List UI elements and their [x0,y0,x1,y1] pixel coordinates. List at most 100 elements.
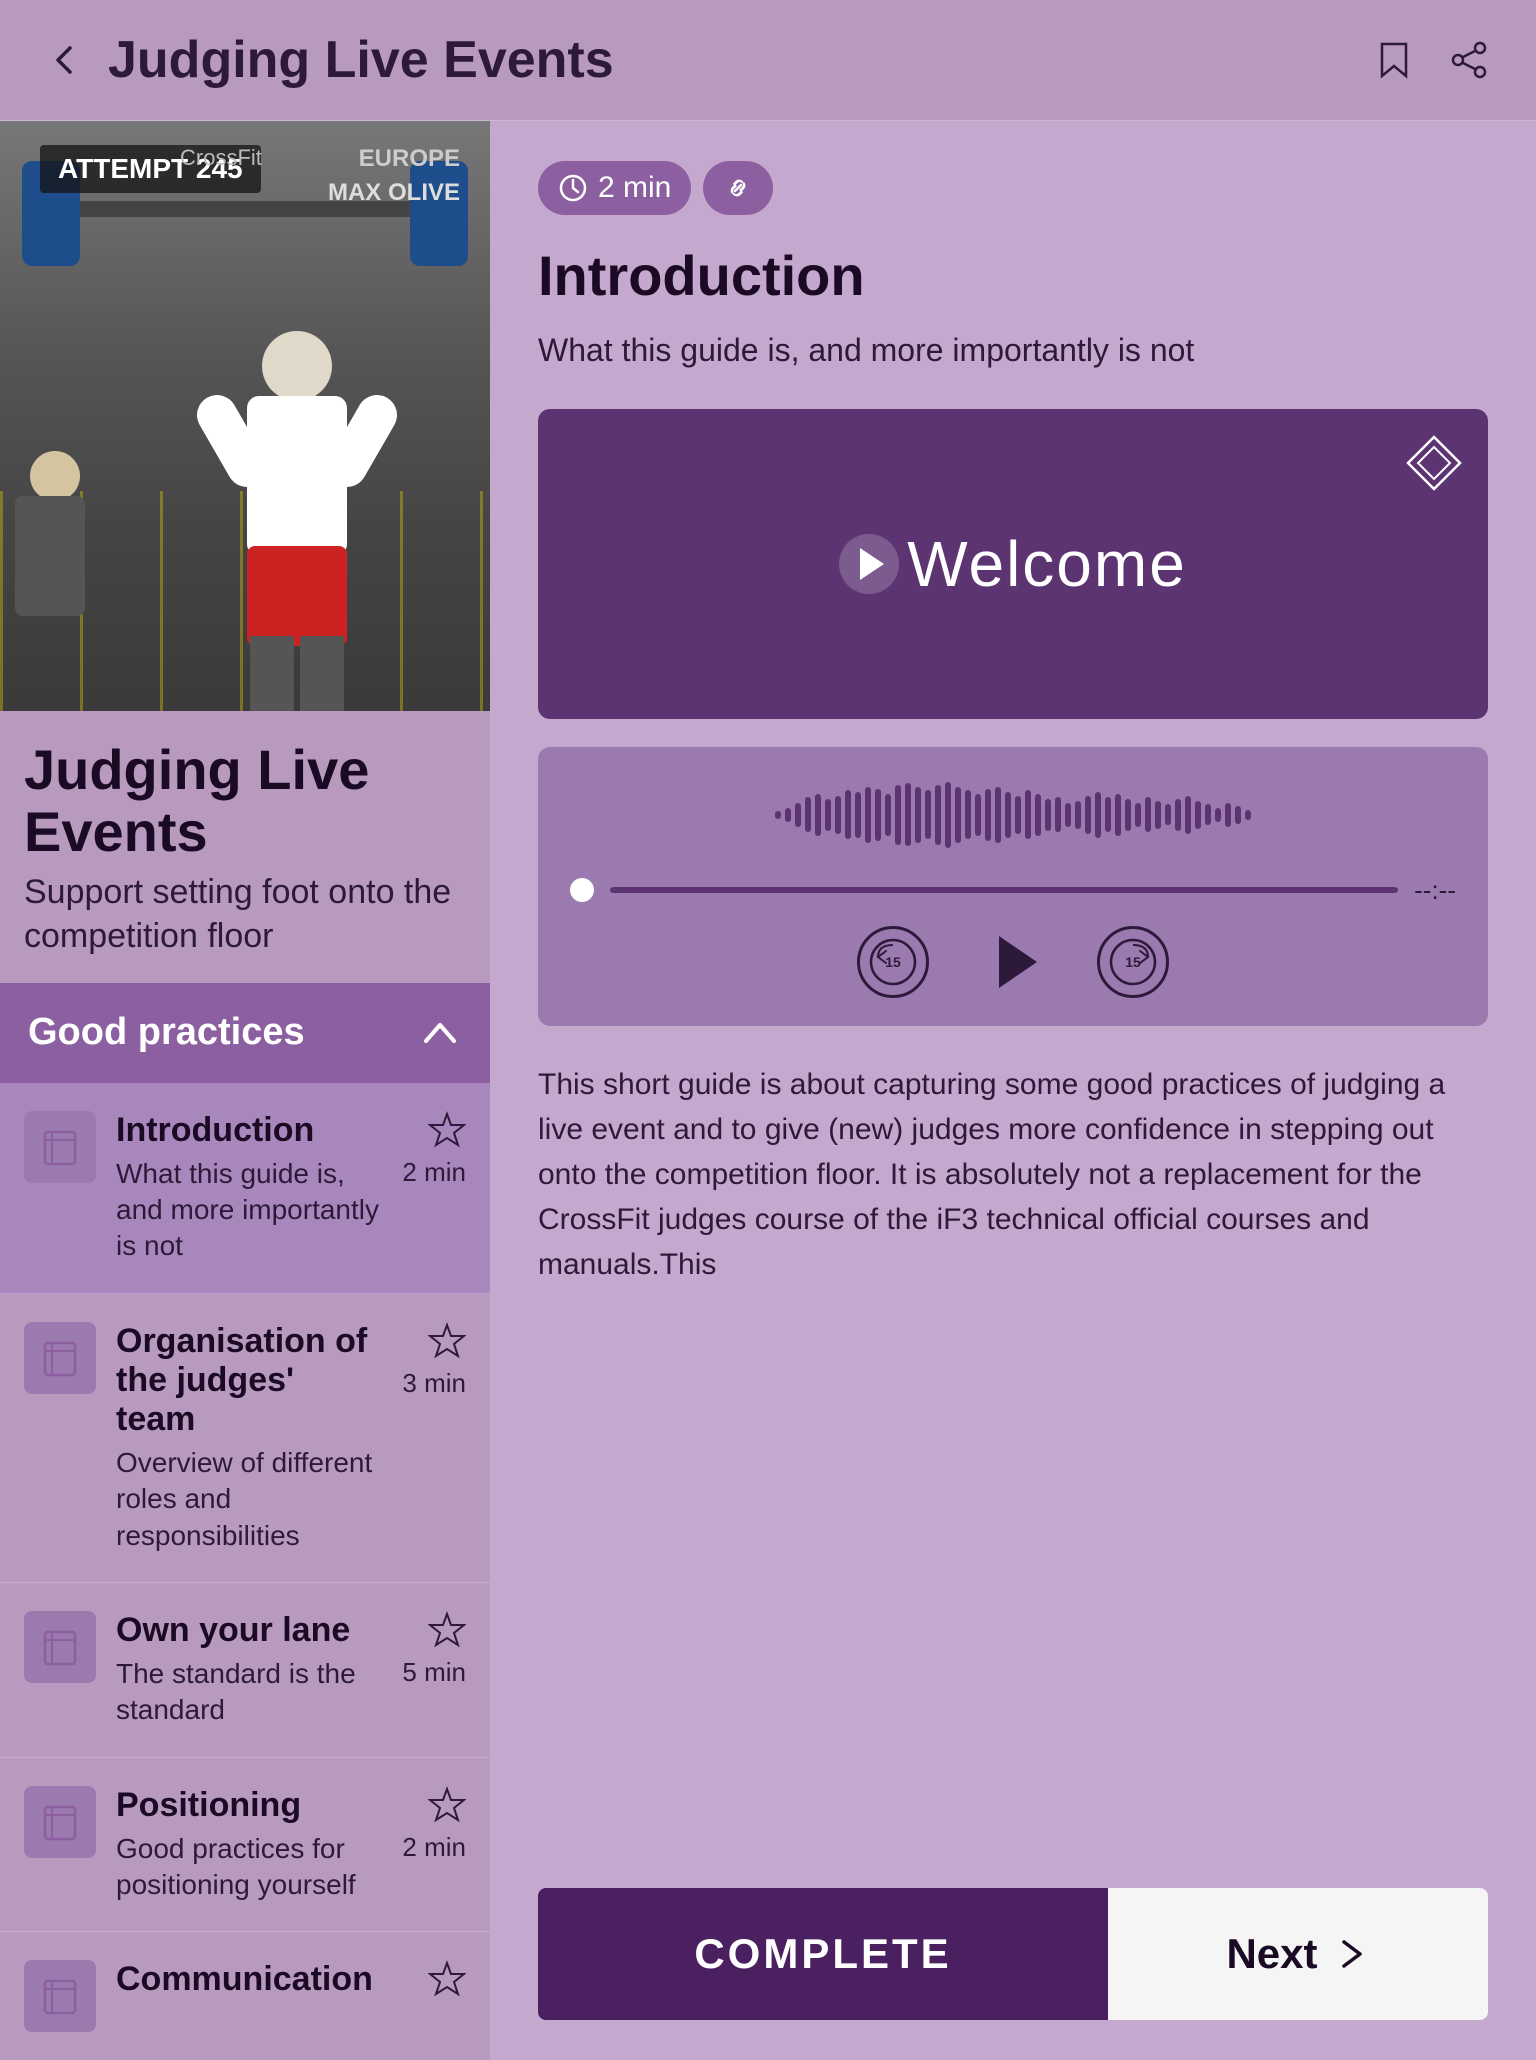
wave-bar [805,797,811,832]
time-remaining: --:-- [1414,875,1456,906]
audio-play-button[interactable] [999,936,1037,988]
wave-bar [1135,803,1141,828]
crossfit-logo: CrossFit [180,145,262,171]
svg-text:15: 15 [885,954,901,970]
link-chip[interactable] [703,161,773,215]
share-button[interactable] [1444,34,1496,86]
lesson-list: Introduction What this guide is, and mor… [0,1083,490,2060]
wave-bar [775,811,781,819]
hero-bg: ATTEMPT 245 EUROPE MAX OLIVE CrossFit [0,121,490,711]
lesson-time-3: 2 min [402,1832,466,1863]
lesson-item[interactable]: Communication [0,1932,490,2060]
lesson-meta-0: 2 min [402,1111,466,1188]
wave-bar [1225,803,1231,828]
lesson-content-0: Introduction What this guide is, and mor… [116,1111,382,1265]
rewind-button[interactable]: 15 [857,926,929,998]
wave-bar [1195,801,1201,829]
next-button[interactable]: Next [1108,1888,1488,2020]
bookmark-button[interactable] [1368,34,1420,86]
wave-bar [865,787,871,843]
lesson-content-3: Positioning Good practices for positioni… [116,1786,382,1904]
course-subtitle: Support setting foot onto the competitio… [0,870,490,982]
svg-text:15: 15 [1125,954,1141,970]
lesson-item[interactable]: Positioning Good practices for positioni… [0,1758,490,1933]
lesson-icon-3 [24,1786,96,1858]
forward-button[interactable]: 15 [1097,926,1169,998]
wave-bar [875,789,881,842]
wave-bar [945,782,951,849]
time-chip: 2 min [538,161,691,215]
wave-bar [1245,810,1251,821]
lesson-time-0: 2 min [402,1157,466,1188]
wave-bar [1155,801,1161,829]
wave-bar [1185,796,1191,835]
wave-bar [1115,794,1121,836]
complete-button[interactable]: COMPLETE [538,1888,1108,2020]
lesson-content-1: Organisation of the judges' team Overvie… [116,1322,382,1554]
wave-bar [1035,794,1041,836]
lesson-title-0: Introduction [116,1111,382,1150]
lesson-item[interactable]: Organisation of the judges' team Overvie… [0,1294,490,1583]
lesson-item[interactable]: Introduction What this guide is, and mor… [0,1083,490,1294]
lesson-title-4: Communication [116,1960,408,1999]
content-description: What this guide is, and more importantly… [538,328,1488,373]
favorite-button-4[interactable] [428,1960,466,1998]
video-logo [1404,433,1464,493]
video-play-btn[interactable] [839,534,899,594]
favorite-button-3[interactable] [428,1786,466,1824]
content-title: Introduction [538,243,1488,308]
wave-bar [1235,806,1241,824]
lesson-icon-2 [24,1611,96,1683]
video-player[interactable]: Welcome [538,409,1488,719]
wave-bar [1095,792,1101,838]
head [262,331,332,401]
section-header[interactable]: Good practices [0,983,490,1083]
wave-bar [825,799,831,831]
progress-bar[interactable] [610,887,1398,893]
body-text: This short guide is about capturing some… [538,1062,1488,1287]
audio-progress-row: --:-- [570,875,1456,906]
back-button[interactable] [40,34,92,86]
page-title: Judging Live Events [108,30,614,90]
favorite-button-1[interactable] [428,1322,466,1360]
athlete-body [232,331,362,711]
bottom-buttons: COMPLETE Next [538,1888,1488,2020]
plate-right [410,161,468,266]
header-actions [1368,34,1496,86]
leg-left [250,636,294,711]
audio-player: --:-- 15 15 [538,747,1488,1026]
lesson-meta-2: 5 min [402,1611,466,1688]
wave-bar [955,787,961,843]
lesson-title-2: Own your lane [116,1611,382,1650]
hero-image: ATTEMPT 245 EUROPE MAX OLIVE CrossFit [0,121,490,711]
lesson-desc-0: What this guide is, and more importantly… [116,1156,382,1265]
wave-bar [1005,792,1011,838]
wave-bar [905,783,911,846]
wave-bar [975,794,981,836]
wave-bar [855,792,861,838]
section-toggle[interactable] [418,1011,462,1055]
right-panel: 2 min Introduction What this guide is, a… [490,121,1536,2060]
lesson-item[interactable]: Own your lane The standard is the standa… [0,1583,490,1758]
lesson-icon-0 [24,1111,96,1183]
wave-bar [895,785,901,845]
wave-bar [835,796,841,835]
video-title: Welcome [907,527,1187,601]
lesson-title-1: Organisation of the judges' team [116,1322,382,1439]
wave-bar [1055,797,1061,832]
section-title: Good practices [28,1011,305,1054]
lesson-desc-3: Good practices for positioning yourself [116,1831,382,1904]
wave-bar [845,790,851,839]
wave-bar [995,787,1001,843]
header-left: Judging Live Events [40,30,614,90]
wave-bar [1065,803,1071,828]
favorite-button-0[interactable] [428,1111,466,1149]
course-title: Judging Live Events [0,711,490,870]
time-label: 2 min [598,171,671,205]
lesson-time-1: 3 min [402,1368,466,1399]
wave-bar [1205,804,1211,825]
app-header: Judging Live Events [0,0,1536,121]
progress-handle[interactable] [570,878,594,902]
favorite-button-2[interactable] [428,1611,466,1649]
leg-right [300,636,344,711]
